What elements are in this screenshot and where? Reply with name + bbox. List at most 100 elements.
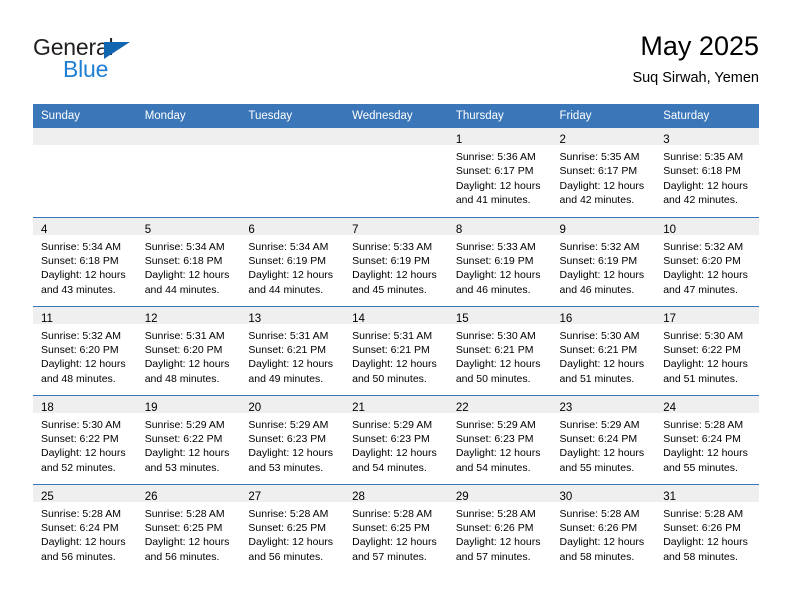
day-number-band: 30 xyxy=(551,484,656,503)
day-number-band xyxy=(344,128,448,145)
day-number-band: 22 xyxy=(447,395,552,414)
sunrise-text: Sunrise: 5:34 AM xyxy=(41,240,121,253)
calendar-day-cell[interactable]: 10 Sunrise: 5:32 AM Sunset: 6:20 PM Dayligh… xyxy=(655,216,759,306)
calendar-day-cell[interactable]: 30 Sunrise: 5:28 AM Sunset: 6:26 PM Dayligh… xyxy=(551,483,656,573)
day-number: 17 xyxy=(663,312,677,325)
calendar-day-cell[interactable]: 26 Sunrise: 5:28 AM Sunset: 6:25 PM Dayligh… xyxy=(136,483,241,573)
sunrise-text: Sunrise: 5:28 AM xyxy=(41,507,121,520)
day-number: 12 xyxy=(144,312,158,325)
sunset-text: Sunset: 6:19 PM xyxy=(455,254,534,267)
sunset-text: Sunset: 6:22 PM xyxy=(144,432,223,445)
calendar-day-cell[interactable]: 22 Sunrise: 5:29 AM Sunset: 6:23 PM Dayligh… xyxy=(447,394,552,484)
calendar-day-cell[interactable]: 23 Sunrise: 5:29 AM Sunset: 6:24 PM Dayligh… xyxy=(551,394,656,484)
weekday-header-tuesday: Tuesday xyxy=(240,104,345,128)
calendar-day-cell[interactable]: 19 Sunrise: 5:29 AM Sunset: 6:22 PM Dayligh… xyxy=(136,394,241,484)
daylight-text-line2: and 54 minutes. xyxy=(455,461,531,474)
day-number: 15 xyxy=(455,312,469,325)
day-number-band: 27 xyxy=(240,484,345,503)
day-number: 27 xyxy=(248,490,262,503)
day-details: Sunrise: 5:31 AM Sunset: 6:21 PM Daylight:… xyxy=(344,324,448,387)
day-details: Sunrise: 5:30 AM Sunset: 6:21 PM Daylight:… xyxy=(448,324,552,387)
day-number: 25 xyxy=(41,490,54,503)
calendar-day-cell[interactable]: 20 Sunrise: 5:29 AM Sunset: 6:23 PM Dayligh… xyxy=(240,394,345,484)
calendar-day-cell[interactable]: 9 Sunrise: 5:32 AM Sunset: 6:19 PM Daylight… xyxy=(551,216,656,306)
sunrise-text: Sunrise: 5:30 AM xyxy=(41,418,121,431)
daylight-text-line1: Daylight: 12 hours xyxy=(455,536,541,549)
calendar-day-cell[interactable]: 3 Sunrise: 5:35 AM Sunset: 6:18 PM Daylight… xyxy=(655,128,759,217)
calendar-day-cell[interactable]: 15 Sunrise: 5:30 AM Sunset: 6:21 PM Dayligh… xyxy=(447,305,552,395)
day-number-band: 25 xyxy=(33,484,137,503)
calendar-day-cell[interactable]: 24 Sunrise: 5:28 AM Sunset: 6:24 PM Dayligh… xyxy=(655,394,759,484)
sunrise-text: Sunrise: 5:29 AM xyxy=(559,418,640,431)
calendar-day-cell[interactable]: 25 Sunrise: 5:28 AM Sunset: 6:24 PM Dayligh… xyxy=(33,483,137,573)
calendar-week-row: 1 Sunrise: 5:36 AM Sunset: 6:17 PM Daylight… xyxy=(33,128,759,217)
day-details: Sunrise: 5:29 AM Sunset: 6:22 PM Daylight:… xyxy=(137,413,241,476)
daylight-text-line1: Daylight: 12 hours xyxy=(41,269,126,282)
day-details: Sunrise: 5:32 AM Sunset: 6:20 PM Daylight:… xyxy=(33,324,137,387)
daylight-text-line1: Daylight: 12 hours xyxy=(41,447,126,460)
sunset-text: Sunset: 6:21 PM xyxy=(559,343,638,356)
day-number-band: 19 xyxy=(136,395,241,414)
sunset-text: Sunset: 6:18 PM xyxy=(41,254,119,267)
day-number: 31 xyxy=(663,490,677,503)
day-number: 19 xyxy=(144,401,158,414)
calendar-day-cell[interactable]: 29 Sunrise: 5:28 AM Sunset: 6:26 PM Dayligh… xyxy=(447,483,552,573)
calendar-day-cell[interactable]: 12 Sunrise: 5:31 AM Sunset: 6:20 PM Dayligh… xyxy=(136,305,241,395)
daylight-text-line1: Daylight: 12 hours xyxy=(41,358,126,371)
day-number-band: 23 xyxy=(551,395,656,414)
day-details: Sunrise: 5:28 AM Sunset: 6:25 PM Daylight:… xyxy=(344,502,448,565)
calendar-day-cell[interactable]: 17 Sunrise: 5:30 AM Sunset: 6:22 PM Dayligh… xyxy=(655,305,759,395)
day-number-band: 16 xyxy=(551,306,656,325)
calendar-day-cell[interactable]: 31 Sunrise: 5:28 AM Sunset: 6:26 PM Dayligh… xyxy=(655,483,759,573)
weekday-header-wednesday: Wednesday xyxy=(344,104,448,128)
sunrise-text: Sunrise: 5:32 AM xyxy=(41,329,121,342)
calendar-day-cell[interactable]: 11 Sunrise: 5:32 AM Sunset: 6:20 PM Dayligh… xyxy=(33,305,137,395)
sunset-text: Sunset: 6:18 PM xyxy=(663,165,741,178)
daylight-text-line1: Daylight: 12 hours xyxy=(248,536,334,549)
calendar-day-cell[interactable]: 8 Sunrise: 5:33 AM Sunset: 6:19 PM Daylight… xyxy=(447,216,552,306)
day-details: Sunrise: 5:35 AM Sunset: 6:17 PM Daylight:… xyxy=(552,145,656,208)
general-blue-logo[interactable]: General Blue xyxy=(33,34,213,86)
day-number: 30 xyxy=(559,490,573,503)
day-details: Sunrise: 5:30 AM Sunset: 6:22 PM Daylight:… xyxy=(655,324,759,387)
daylight-text-line2: and 56 minutes. xyxy=(41,550,116,563)
sunset-text: Sunset: 6:26 PM xyxy=(455,521,534,534)
day-number-band xyxy=(240,128,345,145)
sunset-text: Sunset: 6:22 PM xyxy=(663,343,741,356)
daylight-text-line2: and 50 minutes. xyxy=(352,372,427,385)
calendar-day-cell[interactable]: 18 Sunrise: 5:30 AM Sunset: 6:22 PM Dayligh… xyxy=(33,394,137,484)
day-number-band xyxy=(136,128,241,145)
calendar-day-cell[interactable]: 28 Sunrise: 5:28 AM Sunset: 6:25 PM Dayligh… xyxy=(344,483,448,573)
calendar-day-cell[interactable]: 21 Sunrise: 5:29 AM Sunset: 6:23 PM Dayligh… xyxy=(344,394,448,484)
day-details: Sunrise: 5:35 AM Sunset: 6:18 PM Daylight:… xyxy=(655,145,759,208)
daylight-text-line2: and 53 minutes. xyxy=(248,461,324,474)
day-number: 5 xyxy=(144,223,152,236)
calendar-day-cell[interactable]: 7 Sunrise: 5:33 AM Sunset: 6:19 PM Daylight… xyxy=(344,216,448,306)
calendar-day-cell[interactable]: 16 Sunrise: 5:30 AM Sunset: 6:21 PM Dayligh… xyxy=(551,305,656,395)
day-number: 28 xyxy=(352,490,365,503)
calendar-day-cell-empty xyxy=(240,128,345,217)
day-number: 20 xyxy=(248,401,262,414)
calendar-day-cell[interactable]: 13 Sunrise: 5:31 AM Sunset: 6:21 PM Dayligh… xyxy=(240,305,345,395)
calendar-day-cell[interactable]: 27 Sunrise: 5:28 AM Sunset: 6:25 PM Dayligh… xyxy=(240,483,345,573)
sunrise-text: Sunrise: 5:31 AM xyxy=(352,329,433,342)
calendar-day-cell-empty xyxy=(136,128,241,217)
day-details: Sunrise: 5:32 AM Sunset: 6:20 PM Daylight:… xyxy=(655,235,759,298)
calendar-day-cell[interactable]: 4 Sunrise: 5:34 AM Sunset: 6:18 PM Daylight… xyxy=(33,216,137,306)
sunrise-text: Sunrise: 5:30 AM xyxy=(663,329,744,342)
calendar-day-cell[interactable]: 5 Sunrise: 5:34 AM Sunset: 6:18 PM Daylight… xyxy=(136,216,241,306)
daylight-text-line1: Daylight: 12 hours xyxy=(352,269,437,282)
calendar-day-cell[interactable]: 6 Sunrise: 5:34 AM Sunset: 6:19 PM Daylight… xyxy=(240,216,345,306)
day-number-band: 11 xyxy=(33,306,137,325)
daylight-text-line2: and 48 minutes. xyxy=(144,372,220,385)
calendar-day-cell[interactable]: 14 Sunrise: 5:31 AM Sunset: 6:21 PM Dayligh… xyxy=(344,305,448,395)
sunrise-text: Sunrise: 5:33 AM xyxy=(352,240,433,253)
calendar-day-cell[interactable]: 1 Sunrise: 5:36 AM Sunset: 6:17 PM Daylight… xyxy=(447,128,552,217)
day-number: 26 xyxy=(144,490,158,503)
sunset-text: Sunset: 6:21 PM xyxy=(455,343,534,356)
calendar-day-cell[interactable]: 2 Sunrise: 5:35 AM Sunset: 6:17 PM Daylight… xyxy=(551,128,656,217)
day-number: 4 xyxy=(41,223,48,236)
day-number-band: 5 xyxy=(136,217,241,236)
day-number: 22 xyxy=(455,401,469,414)
daylight-text-line2: and 46 minutes. xyxy=(559,283,635,296)
